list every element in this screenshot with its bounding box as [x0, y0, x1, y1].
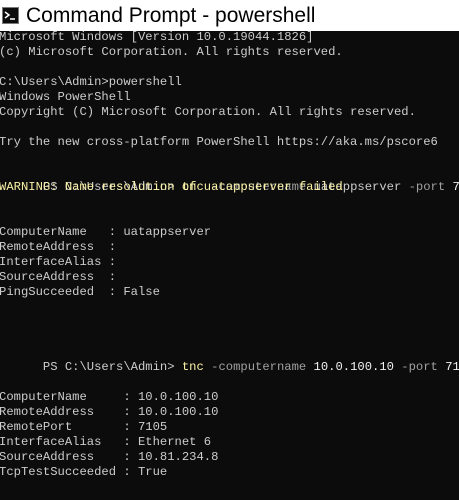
command-line-1: PS C:\Users\Admin> tnc -computername uat…	[0, 165, 459, 194]
command-prompt-window: Command Prompt - powershell Microsoft Wi…	[0, 0, 459, 500]
command-line-2: PS C:\Users\Admin> tnc -computername 10.…	[0, 345, 459, 374]
window-title: Command Prompt - powershell	[26, 4, 316, 27]
result-line: InterfaceAlias :	[0, 255, 117, 269]
copyright-line: (c) Microsoft Corporation. All rights re…	[0, 45, 343, 59]
result-line: ComputerName : uatappserver	[0, 225, 212, 239]
result-line: RemoteAddress :	[0, 240, 117, 254]
command-prompt-icon[interactable]	[2, 7, 19, 24]
warning-line: WARNING: Name resolution of uatappserver…	[0, 180, 343, 194]
result-line: TcpTestSucceeded : True	[0, 465, 168, 479]
console-output[interactable]: Microsoft Windows [Version 10.0.19044.18…	[0, 31, 459, 500]
prompt: PS C:\Users\Admin>	[42, 360, 182, 374]
parameter: -port	[393, 360, 446, 374]
result-line: InterfaceAlias : Ethernet 6	[0, 435, 212, 449]
powershell-copyright: Copyright (C) Microsoft Corporation. All…	[0, 105, 416, 119]
version-line: Microsoft Windows [Version 10.0.19044.18…	[0, 31, 314, 44]
result-line: PingSucceeded : False	[0, 285, 160, 299]
argument-number: 7105	[445, 360, 459, 374]
pscore-hint: Try the new cross-platform PowerShell ht…	[0, 135, 438, 149]
powershell-banner: Windows PowerShell	[0, 90, 131, 104]
result-line: ComputerName : 10.0.100.10	[0, 390, 219, 404]
result-line: RemoteAddress : 10.0.100.10	[0, 405, 219, 419]
argument-number: 7105	[452, 180, 459, 194]
result-line: RemotePort : 7105	[0, 420, 168, 434]
argument: 10.0.100.10	[313, 360, 394, 374]
command-name: tnc	[181, 360, 204, 374]
title-bar[interactable]: Command Prompt - powershell	[0, 0, 459, 31]
parameter: -computername	[203, 360, 314, 374]
parameter: -port	[401, 180, 453, 194]
result-line: SourceAddress :	[0, 270, 117, 284]
result-line: SourceAddress : 10.81.234.8	[0, 450, 219, 464]
cmd-prompt-line: C:\Users\Admin>powershell	[0, 75, 182, 89]
